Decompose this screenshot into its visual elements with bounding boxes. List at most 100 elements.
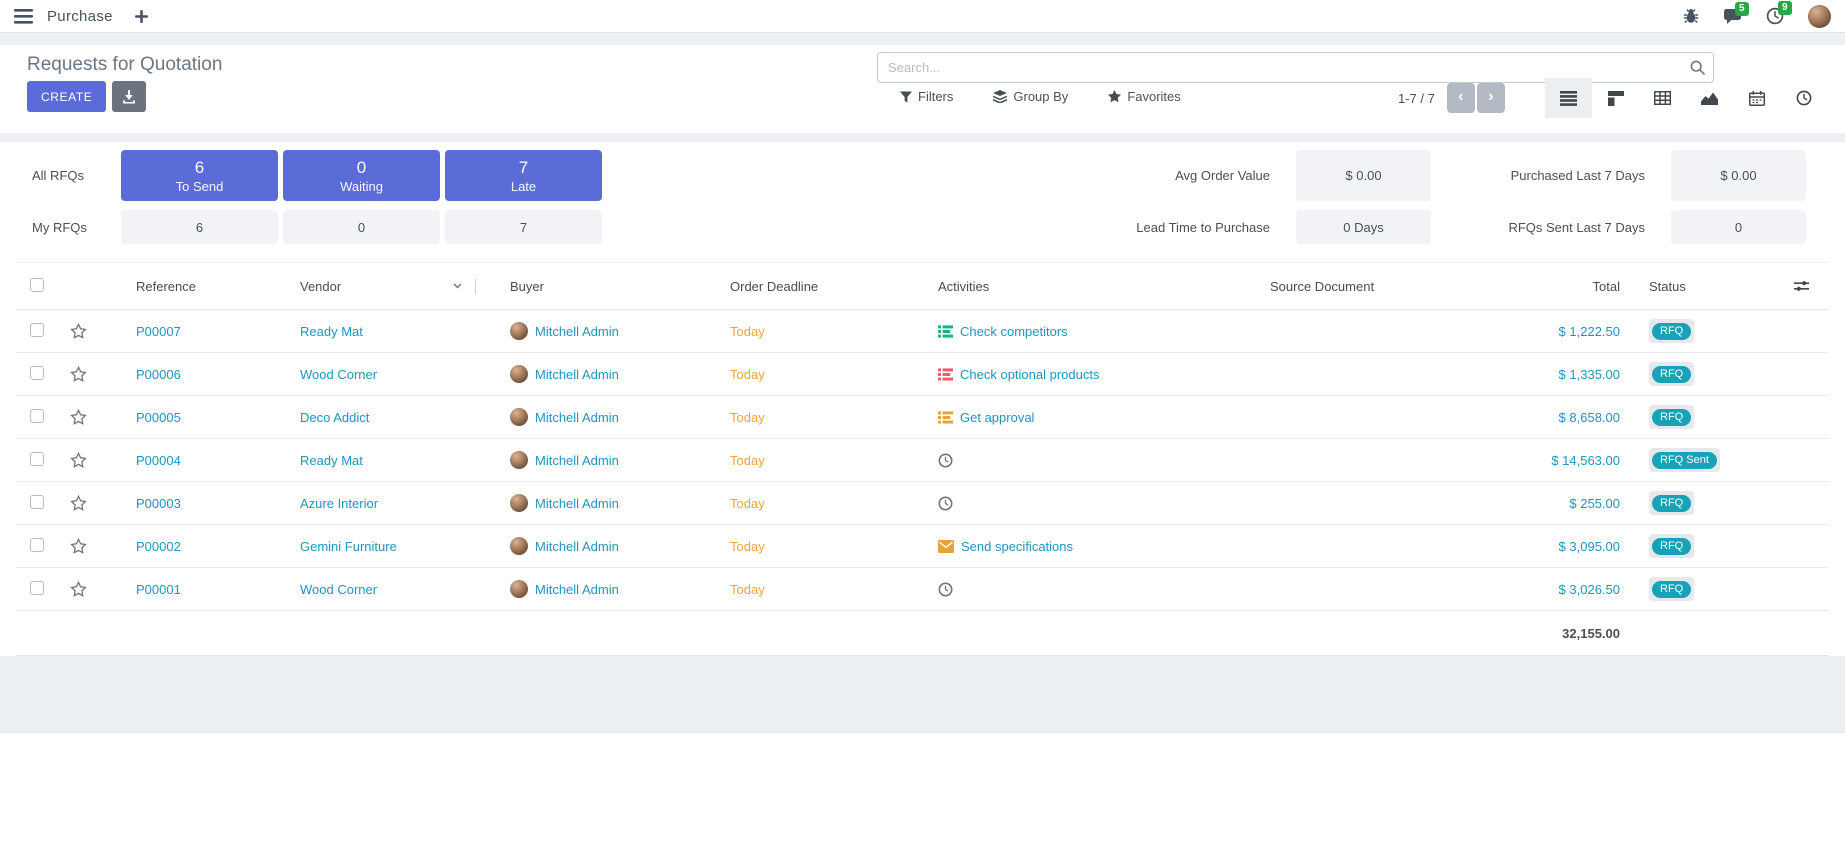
row-checkbox[interactable] — [30, 366, 44, 380]
buyer-link[interactable]: Mitchell Admin — [535, 496, 619, 511]
row-checkbox[interactable] — [30, 452, 44, 466]
table-row[interactable]: P00001 Wood Corner Mitchell Admin Today … — [16, 568, 1829, 611]
column-header-buyer[interactable]: Buyer — [476, 279, 708, 294]
vendor-link[interactable]: Ready Mat — [300, 453, 363, 468]
favorite-star-icon[interactable] — [56, 366, 104, 383]
kanban-view-button[interactable] — [1592, 78, 1639, 118]
filters-button[interactable]: Filters — [900, 89, 953, 104]
activity-label[interactable]: Send specifications — [961, 539, 1073, 554]
column-header-vendor[interactable]: Vendor — [276, 279, 476, 294]
column-header-reference[interactable]: Reference — [104, 279, 276, 294]
activity-label[interactable]: Check competitors — [960, 324, 1068, 339]
buyer-link[interactable]: Mitchell Admin — [535, 453, 619, 468]
activity-cell[interactable] — [916, 582, 1248, 597]
my-stage-count[interactable]: 0 — [283, 210, 440, 244]
activity-label[interactable]: Check optional products — [960, 367, 1099, 382]
row-checkbox[interactable] — [30, 538, 44, 552]
vendor-link[interactable]: Ready Mat — [300, 324, 363, 339]
order-deadline: Today — [708, 367, 916, 382]
column-header-order-deadline[interactable]: Order Deadline — [708, 279, 916, 294]
user-avatar[interactable] — [1808, 5, 1831, 28]
kpi-label: Avg Order Value — [1074, 150, 1296, 201]
activity-label[interactable]: Get approval — [960, 410, 1034, 425]
vendor-link[interactable]: Gemini Furniture — [300, 539, 397, 554]
order-deadline: Today — [708, 410, 916, 425]
favorite-star-icon[interactable] — [56, 581, 104, 598]
calendar-view-button[interactable] — [1733, 78, 1780, 118]
row-total: $ 8,658.00 — [1505, 410, 1645, 425]
select-all-checkbox[interactable] — [30, 278, 44, 292]
activity-cell[interactable] — [916, 453, 1248, 468]
stage-button-waiting[interactable]: 0 Waiting — [283, 150, 440, 201]
row-checkbox[interactable] — [30, 323, 44, 337]
column-header-source-document[interactable]: Source Document — [1248, 279, 1505, 294]
my-stage-count[interactable]: 6 — [121, 210, 278, 244]
pager-previous-button[interactable]: ‹ — [1447, 83, 1475, 113]
purchase-dashboard: All RFQs 6 To Send 0 Waiting 7 Late My R… — [0, 142, 1845, 262]
reference-link[interactable]: P00004 — [136, 453, 181, 468]
filter-funnel-icon — [900, 91, 912, 103]
column-header-activities[interactable]: Activities — [916, 279, 1248, 294]
table-row[interactable]: P00003 Azure Interior Mitchell Admin Tod… — [16, 482, 1829, 525]
table-row[interactable]: P00007 Ready Mat Mitchell Admin Today Ch… — [16, 310, 1829, 353]
column-header-total[interactable]: Total — [1505, 279, 1645, 294]
optional-columns-icon[interactable] — [1773, 280, 1829, 292]
activities-clock-button[interactable]: 9 — [1766, 7, 1784, 25]
group-by-button[interactable]: Group By — [993, 89, 1068, 104]
row-checkbox[interactable] — [30, 409, 44, 423]
graph-view-button[interactable] — [1686, 78, 1733, 118]
buyer-link[interactable]: Mitchell Admin — [535, 539, 619, 554]
column-header-status[interactable]: Status — [1645, 279, 1773, 294]
favorite-star-icon[interactable] — [56, 409, 104, 426]
reference-link[interactable]: P00002 — [136, 539, 181, 554]
reference-link[interactable]: P00005 — [136, 410, 181, 425]
vendor-link[interactable]: Deco Addict — [300, 410, 369, 425]
control-panel: Requests for Quotation CREATE Filters Gr… — [0, 45, 1845, 133]
table-row[interactable]: P00005 Deco Addict Mitchell Admin Today … — [16, 396, 1829, 439]
pager-next-button[interactable]: › — [1477, 83, 1505, 113]
row-checkbox[interactable] — [30, 581, 44, 595]
reference-link[interactable]: P00006 — [136, 367, 181, 382]
buyer-link[interactable]: Mitchell Admin — [535, 582, 619, 597]
favorite-star-icon[interactable] — [56, 452, 104, 469]
favorite-star-icon[interactable] — [56, 538, 104, 555]
export-button[interactable] — [112, 81, 146, 112]
buyer-link[interactable]: Mitchell Admin — [535, 410, 619, 425]
activity-cell[interactable]: Check optional products — [916, 367, 1248, 382]
create-button[interactable]: CREATE — [27, 81, 106, 112]
search-icon[interactable] — [1690, 60, 1705, 80]
vendor-link[interactable]: Wood Corner — [300, 582, 377, 597]
activity-cell[interactable] — [916, 496, 1248, 511]
favorites-button[interactable]: Favorites — [1108, 89, 1180, 104]
buyer-link[interactable]: Mitchell Admin — [535, 367, 619, 382]
buyer-link[interactable]: Mitchell Admin — [535, 324, 619, 339]
vendor-link[interactable]: Azure Interior — [300, 496, 378, 511]
reference-link[interactable]: P00001 — [136, 582, 181, 597]
activity-cell[interactable]: Get approval — [916, 410, 1248, 425]
activity-cell[interactable]: Check competitors — [916, 324, 1248, 339]
order-deadline: Today — [708, 539, 916, 554]
hamburger-menu-icon[interactable] — [14, 9, 33, 24]
table-row[interactable]: P00004 Ready Mat Mitchell Admin Today $ … — [16, 439, 1829, 482]
table-row[interactable]: P00002 Gemini Furniture Mitchell Admin T… — [16, 525, 1829, 568]
activity-cell[interactable]: Send specifications — [916, 539, 1248, 554]
messages-button[interactable]: 5 — [1723, 8, 1742, 25]
table-footer: 32,155.00 — [16, 611, 1829, 656]
vendor-link[interactable]: Wood Corner — [300, 367, 377, 382]
my-stage-count[interactable]: 7 — [445, 210, 602, 244]
favorite-star-icon[interactable] — [56, 495, 104, 512]
table-row[interactable]: P00006 Wood Corner Mitchell Admin Today … — [16, 353, 1829, 396]
pivot-view-button[interactable] — [1639, 78, 1686, 118]
stage-button-late[interactable]: 7 Late — [445, 150, 602, 201]
row-checkbox[interactable] — [30, 495, 44, 509]
favorite-star-icon[interactable] — [56, 323, 104, 340]
stage-button-to-send[interactable]: 6 To Send — [121, 150, 278, 201]
debug-bug-icon[interactable] — [1683, 8, 1699, 24]
reference-link[interactable]: P00007 — [136, 324, 181, 339]
list-view-button[interactable] — [1545, 78, 1592, 118]
app-name[interactable]: Purchase — [47, 8, 113, 25]
new-tab-plus-icon[interactable] — [135, 10, 148, 23]
reference-link[interactable]: P00003 — [136, 496, 181, 511]
order-deadline: Today — [708, 496, 916, 511]
activity-view-button[interactable] — [1780, 78, 1827, 118]
